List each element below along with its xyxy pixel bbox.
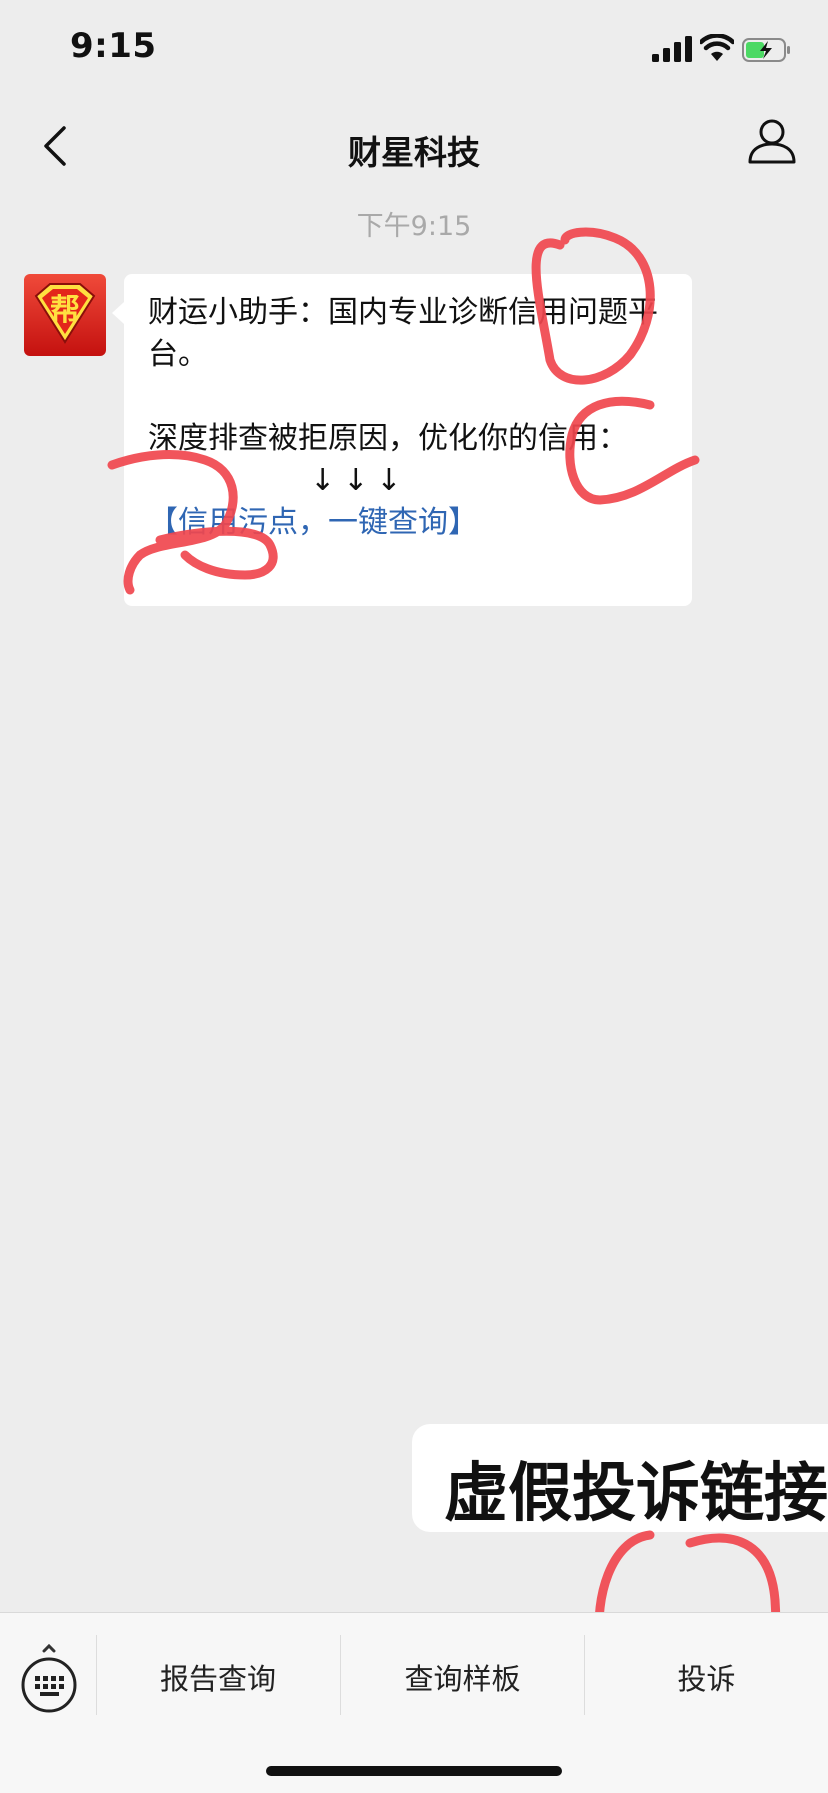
home-indicator [266, 1766, 562, 1776]
message-text: 财运小助手：国内专业诊断信用问题平台。 深度排查被拒原因，优化你的信用： ↓↓↓… [148, 292, 678, 544]
status-time: 9:15 [70, 26, 157, 66]
cellular-signal-icon [652, 36, 692, 62]
nav-bar: 财星科技 [0, 96, 828, 196]
bubble-tail [112, 302, 124, 324]
message-arrows: ↓↓↓ [310, 463, 410, 498]
message-link[interactable]: 【信用污点，一键查询】 [148, 502, 678, 544]
chat-title: 财星科技 [348, 133, 480, 172]
message-line-2: 深度排查被拒原因，优化你的信用： [148, 421, 628, 456]
menu-item-query-sample[interactable]: 查询样板 [341, 1627, 584, 1727]
menu-item-complaint[interactable]: 投诉 [585, 1627, 828, 1727]
message-line-1: 财运小助手：国内专业诊断信用问题平台。 [148, 295, 658, 372]
superhero-badge-icon: 帮 [24, 274, 106, 356]
status-bar: 9:15 [0, 0, 828, 96]
battery-charging-icon [742, 38, 790, 62]
person-icon[interactable] [744, 110, 800, 174]
avatar[interactable]: 帮 [24, 274, 106, 356]
keyboard-icon[interactable] [18, 1641, 80, 1717]
callout-text: 虚假投诉链接 [444, 1457, 828, 1531]
menu-item-report-query[interactable]: 报告查询 [97, 1627, 339, 1727]
avatar-glyph: 帮 [50, 293, 80, 328]
message-timestamp: 下午9:15 [356, 211, 472, 242]
wifi-icon [700, 34, 734, 61]
message-bubble[interactable]: 财运小助手：国内专业诊断信用问题平台。 深度排查被拒原因，优化你的信用： ↓↓↓… [112, 274, 692, 606]
callout-label: 虚假投诉链接 [412, 1424, 828, 1532]
